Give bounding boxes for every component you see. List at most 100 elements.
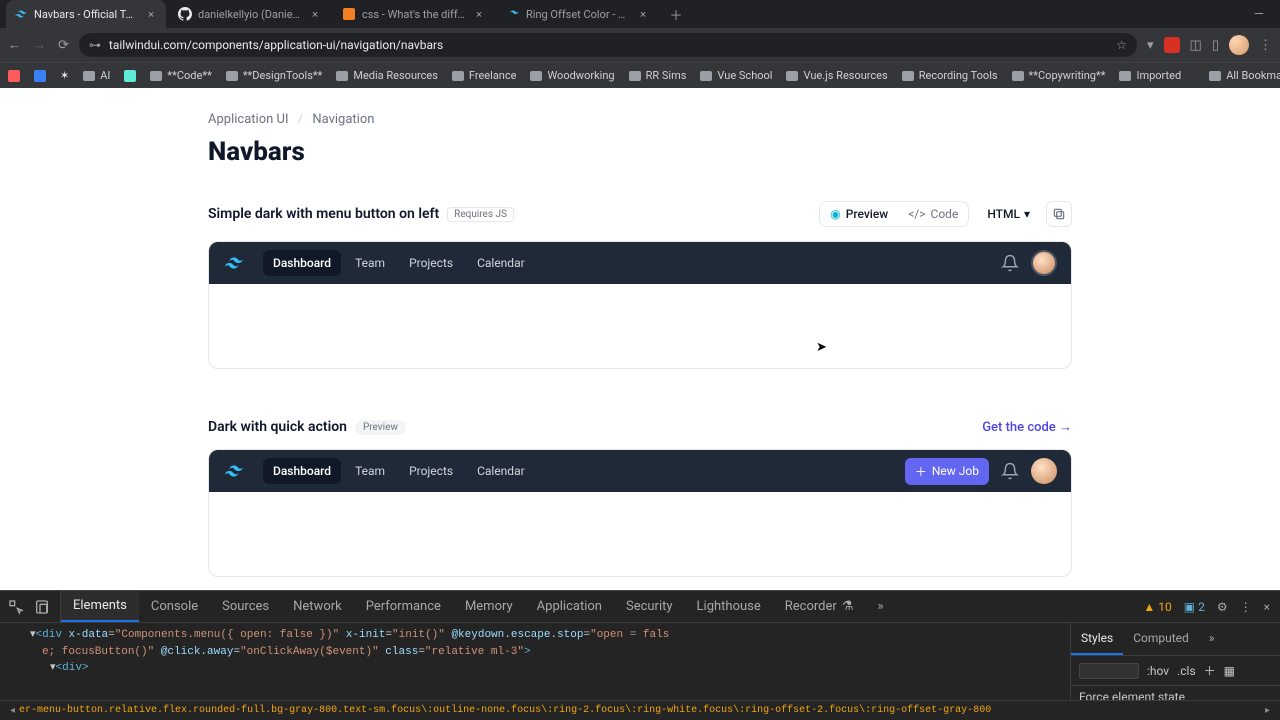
extension-icon[interactable] xyxy=(1164,37,1180,53)
devtools-tab-network[interactable]: Network xyxy=(281,591,354,622)
bookmark-item[interactable]: RR Sims xyxy=(629,69,687,82)
tab-title: Ring Offset Color - Tailwind C xyxy=(526,8,630,21)
user-avatar[interactable] xyxy=(1031,458,1057,484)
extension-icon[interactable]: ▯ xyxy=(1212,38,1219,53)
get-code-link[interactable]: Get the code → xyxy=(982,419,1072,435)
bookmark-item[interactable] xyxy=(8,70,20,82)
code-toggle-button[interactable]: </> Code xyxy=(898,202,968,226)
profile-avatar[interactable] xyxy=(1229,35,1249,55)
devtools-tab-application[interactable]: Application xyxy=(525,591,614,622)
bookmark-item[interactable]: **Code** xyxy=(150,69,211,82)
extension-icon[interactable]: ▾ xyxy=(1147,38,1154,53)
tab-close-icon[interactable]: × xyxy=(144,8,158,21)
add-rule-icon[interactable]: ＋ xyxy=(1204,662,1216,679)
hov-toggle[interactable]: :hov xyxy=(1147,664,1169,678)
browser-tab-active[interactable]: Navbars - Official Tailwind C × xyxy=(6,0,166,28)
nav-link-dashboard[interactable]: Dashboard xyxy=(263,458,341,484)
window-minimize-icon[interactable]: — xyxy=(1254,7,1264,22)
site-info-icon[interactable]: ⊶ xyxy=(89,38,101,52)
language-select[interactable]: HTML ▾ xyxy=(979,202,1038,226)
dom-breadcrumbs[interactable]: ◂ er-menu-button.relative.flex.rounded-f… xyxy=(0,700,1280,720)
settings-icon[interactable]: ⚙ xyxy=(1217,600,1228,614)
browser-toolbar: ← → ⟳ ⊶ tailwindui.com/components/applic… xyxy=(0,28,1280,62)
nav-link-projects[interactable]: Projects xyxy=(399,250,463,276)
tab-close-icon[interactable]: × xyxy=(308,8,322,21)
preview-toggle-button[interactable]: ◉ Preview xyxy=(820,202,898,226)
bookmark-item[interactable]: Vue.js Resources xyxy=(786,69,887,82)
close-devtools-icon[interactable]: × xyxy=(1264,600,1270,614)
breadcrumb-parent[interactable]: Application UI xyxy=(208,112,288,127)
device-toggle-icon[interactable] xyxy=(34,599,50,615)
devtools-tab-security[interactable]: Security xyxy=(614,591,685,622)
kebab-menu-icon[interactable]: ⋮ xyxy=(1240,600,1252,614)
bookmark-item[interactable]: Imported xyxy=(1119,69,1181,82)
tab-close-icon[interactable]: × xyxy=(636,8,650,21)
nav-link-projects[interactable]: Projects xyxy=(399,458,463,484)
cls-toggle[interactable]: .cls xyxy=(1177,664,1196,678)
dom-tree[interactable]: ▾<div x-data="Components.menu({ open: fa… xyxy=(0,623,1070,700)
styles-filter-input[interactable] xyxy=(1079,663,1139,679)
bookmark-star-icon[interactable]: ☆ xyxy=(1116,38,1127,52)
nav-link-calendar[interactable]: Calendar xyxy=(467,250,535,276)
bookmark-item[interactable]: **DesignTools** xyxy=(226,69,323,82)
all-bookmarks-button[interactable]: All Bookmarks xyxy=(1209,69,1280,82)
nav-link-team[interactable]: Team xyxy=(345,458,395,484)
bookmark-item[interactable]: Media Resources xyxy=(336,69,438,82)
new-tab-button[interactable]: ＋ xyxy=(662,0,690,28)
nav-link-dashboard[interactable]: Dashboard xyxy=(263,250,341,276)
browser-tab[interactable]: danielkellyio (Daniel Kelly) × xyxy=(170,0,330,28)
devtools-tab-elements[interactable]: Elements xyxy=(61,591,139,622)
browser-tab[interactable]: css - What's the difference b × xyxy=(334,0,494,28)
copy-button[interactable] xyxy=(1046,201,1072,227)
section-header: Dark with quick action Preview Get the c… xyxy=(208,419,1072,435)
browser-tab[interactable]: Ring Offset Color - Tailwind C × xyxy=(498,0,658,28)
bell-icon[interactable] xyxy=(1001,462,1019,480)
section-title: Simple dark with menu button on left xyxy=(208,206,439,222)
menu-icon[interactable]: ⋮ xyxy=(1259,38,1272,53)
bookmark-item[interactable]: ✶ xyxy=(60,69,69,82)
section-header: Simple dark with menu button on left Req… xyxy=(208,201,1072,227)
devtools-more-tabs[interactable]: » xyxy=(865,591,895,622)
extension-icon[interactable]: ◫ xyxy=(1190,38,1202,53)
user-avatar[interactable] xyxy=(1031,250,1057,276)
bookmark-item[interactable]: **Copywriting** xyxy=(1012,69,1106,82)
devtools-tab-sources[interactable]: Sources xyxy=(210,591,281,622)
warnings-badge[interactable]: ▲ 10 xyxy=(1143,600,1171,614)
flask-icon: ⚗ xyxy=(842,599,854,614)
devtools-tab-performance[interactable]: Performance xyxy=(354,591,453,622)
tab-close-icon[interactable]: × xyxy=(472,8,486,21)
more-styles-tabs[interactable]: » xyxy=(1199,623,1225,655)
layout-icon[interactable]: ▦ xyxy=(1224,664,1235,678)
bookmark-item[interactable]: Vue School xyxy=(700,69,772,82)
inspect-element-icon[interactable] xyxy=(8,599,24,615)
bookmark-item[interactable]: Freelance xyxy=(452,69,517,82)
nav-link-team[interactable]: Team xyxy=(345,250,395,276)
new-job-button[interactable]: ＋ New Job xyxy=(905,458,989,485)
forward-icon[interactable]: → xyxy=(33,37,46,53)
address-bar[interactable]: ⊶ tailwindui.com/components/application-… xyxy=(79,33,1137,57)
devtools-tab-memory[interactable]: Memory xyxy=(453,591,525,622)
styles-tab[interactable]: Styles xyxy=(1071,623,1123,655)
eye-icon: ◉ xyxy=(830,207,840,221)
bookmark-item[interactable]: Woodworking xyxy=(530,69,614,82)
tab-strip: Navbars - Official Tailwind C × danielke… xyxy=(0,0,1280,28)
bookmark-item[interactable] xyxy=(34,70,46,82)
devtools-tab-lighthouse[interactable]: Lighthouse xyxy=(685,591,773,622)
preview-badge: Preview xyxy=(355,420,406,435)
bookmark-item[interactable]: AI xyxy=(83,69,110,82)
computed-tab[interactable]: Computed xyxy=(1123,623,1199,655)
plus-icon: ＋ xyxy=(915,463,927,480)
back-icon[interactable]: ← xyxy=(8,37,21,53)
devtools-tab-console[interactable]: Console xyxy=(139,591,210,622)
bookmark-item[interactable]: Recording Tools xyxy=(902,69,998,82)
bookmarks-bar: ✶ AI **Code** **DesignTools** Media Reso… xyxy=(0,62,1280,88)
tab-title: Navbars - Official Tailwind C xyxy=(34,8,138,21)
devtools-tab-recorder[interactable]: Recorder ⚗ xyxy=(773,591,866,622)
info-badge[interactable]: ▣ 2 xyxy=(1184,600,1205,614)
chevron-down-icon: ▾ xyxy=(1024,207,1030,221)
bell-icon[interactable] xyxy=(1001,254,1019,272)
reload-icon[interactable]: ⟳ xyxy=(58,38,69,53)
favicon-icon xyxy=(342,7,356,21)
bookmark-item[interactable] xyxy=(124,70,136,82)
nav-link-calendar[interactable]: Calendar xyxy=(467,458,535,484)
